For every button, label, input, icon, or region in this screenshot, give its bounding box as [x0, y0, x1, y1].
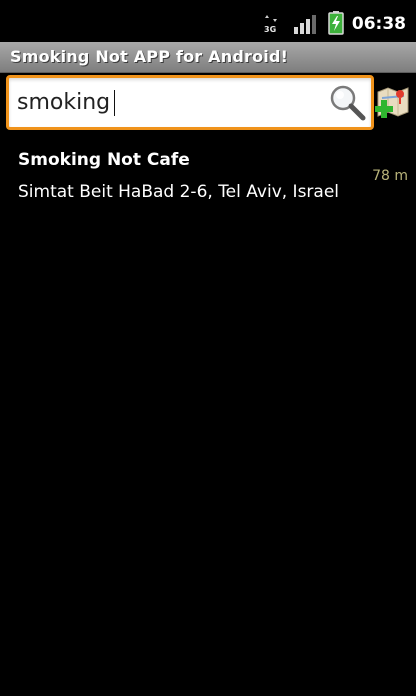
- text-cursor: [114, 90, 115, 116]
- signal-strength-icon: [294, 15, 316, 34]
- battery-charging-icon: [328, 11, 344, 35]
- add-location-icon[interactable]: [372, 82, 414, 124]
- status-bar: 3G 06:38: [0, 0, 416, 38]
- result-list-item[interactable]: Smoking Not Cafe Simtat Beit HaBad 2-6, …: [0, 140, 416, 214]
- network-3g-icon: 3G: [264, 15, 277, 34]
- search-icon[interactable]: [327, 82, 367, 122]
- result-address: Simtat Beit HaBad 2-6, Tel Aviv, Israel: [18, 182, 340, 202]
- search-input[interactable]: [17, 78, 317, 127]
- app-title: Smoking Not APP for Android!: [10, 47, 289, 66]
- phone-screen: 3G 06:38 Smoking Not APP for Android! sm…: [0, 0, 416, 696]
- network-label: 3G: [264, 25, 276, 34]
- status-clock: 06:38: [351, 14, 406, 34]
- app-title-bar: Smoking Not APP for Android!: [0, 42, 416, 73]
- result-name: Smoking Not Cafe: [18, 150, 190, 170]
- result-distance: 78 m: [372, 168, 408, 184]
- search-box[interactable]: [6, 75, 374, 130]
